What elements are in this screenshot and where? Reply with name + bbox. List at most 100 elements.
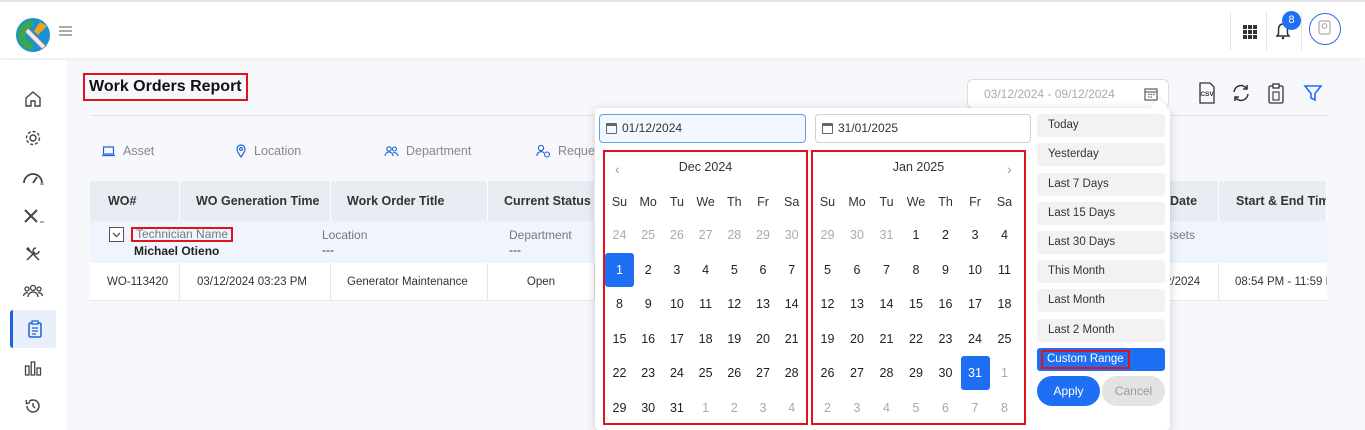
calendar-day[interactable]: 13	[749, 287, 778, 321]
calendar-day[interactable]: 30	[777, 218, 806, 252]
calendar-day[interactable]: 6	[843, 253, 872, 287]
calendar-day[interactable]: 2	[931, 218, 960, 252]
calendar-day[interactable]: 12	[813, 287, 842, 321]
calendar-day[interactable]: 29	[813, 218, 842, 252]
cancel-button[interactable]: Cancel	[1102, 376, 1165, 406]
calendar-day[interactable]: 14	[872, 287, 901, 321]
refresh-button[interactable]	[1229, 80, 1253, 106]
calendar-day[interactable]: 21	[777, 322, 806, 356]
next-month-icon[interactable]: ›	[1007, 161, 1012, 177]
calendar-day[interactable]: 2	[634, 253, 663, 287]
calendar-day[interactable]: 24	[662, 356, 691, 390]
calendar-day[interactable]: 20	[843, 322, 872, 356]
calendar-day[interactable]: 4	[872, 391, 901, 425]
calendar-day[interactable]: 25	[990, 322, 1019, 356]
range-last-15-days[interactable]: Last 15 Days	[1037, 202, 1165, 225]
calendar-day[interactable]: 1	[691, 391, 720, 425]
calendar-day[interactable]: 26	[720, 356, 749, 390]
calendar-day[interactable]: 5	[813, 253, 842, 287]
calendar-day[interactable]: 10	[662, 287, 691, 321]
calendar-day[interactable]: 14	[777, 287, 806, 321]
calendar-day[interactable]: 12	[720, 287, 749, 321]
app-logo[interactable]	[14, 16, 52, 54]
calendar-day[interactable]: 7	[777, 253, 806, 287]
calendar-day[interactable]: 8	[902, 253, 931, 287]
calendar-day[interactable]: 19	[813, 322, 842, 356]
column-header-generation-time[interactable]: WO Generation Time	[180, 181, 331, 221]
filter-requester[interactable]: Reque	[536, 143, 595, 159]
calendar-day[interactable]: 24	[961, 322, 990, 356]
calendar-day[interactable]: 11	[990, 253, 1019, 287]
calendar-day[interactable]: 31	[662, 391, 691, 425]
calendar-day[interactable]: 30	[931, 356, 960, 390]
calendar-day[interactable]: 17	[961, 287, 990, 321]
calendar-day[interactable]: 16	[931, 287, 960, 321]
range-this-month[interactable]: This Month	[1037, 260, 1165, 283]
calendar-day[interactable]: 8	[990, 391, 1019, 425]
calendar-day[interactable]: 3	[961, 218, 990, 252]
apps-grid-icon[interactable]	[1243, 25, 1257, 39]
range-last-month[interactable]: Last Month	[1037, 289, 1165, 312]
calendar-day[interactable]: 5	[720, 253, 749, 287]
calendar-day[interactable]: 26	[662, 218, 691, 252]
column-header-wo[interactable]: WO#	[90, 181, 180, 221]
calendar-day[interactable]: 23	[931, 322, 960, 356]
calendar-day[interactable]: 4	[990, 218, 1019, 252]
range-custom[interactable]: Custom Range	[1037, 348, 1165, 371]
calendar-day[interactable]: 30	[634, 391, 663, 425]
calendar-day[interactable]: 9	[931, 253, 960, 287]
calendar-day[interactable]: 18	[990, 287, 1019, 321]
sidebar-item-home[interactable]	[18, 84, 48, 114]
calendar-day[interactable]: 23	[634, 356, 663, 390]
sidebar-item-work-orders[interactable]	[18, 239, 48, 269]
calendar-day[interactable]: 29	[749, 218, 778, 252]
calendar-day[interactable]: 1	[902, 218, 931, 252]
calendar-day[interactable]: 3	[843, 391, 872, 425]
collapse-toggle-icon[interactable]	[109, 227, 124, 242]
column-header-status[interactable]: Current Status	[488, 181, 595, 221]
end-date-input[interactable]: 31/01/2025	[815, 114, 1031, 143]
calendar-day[interactable]: 21	[872, 322, 901, 356]
column-header-date[interactable]: Date	[1170, 181, 1219, 221]
calendar-day[interactable]: 22	[902, 322, 931, 356]
calendar-day[interactable]: 3	[662, 253, 691, 287]
calendar-day[interactable]: 17	[662, 322, 691, 356]
calendar-day[interactable]: 6	[931, 391, 960, 425]
calendar-day[interactable]: 13	[843, 287, 872, 321]
calendar-day[interactable]: 5	[902, 391, 931, 425]
calendar-day[interactable]: 27	[691, 218, 720, 252]
calendar-day[interactable]: 4	[691, 253, 720, 287]
calendar-day[interactable]: 11	[691, 287, 720, 321]
calendar-day[interactable]: 10	[961, 253, 990, 287]
sidebar-item-settings[interactable]	[18, 123, 48, 153]
sidebar-item-analytics[interactable]	[18, 353, 48, 383]
calendar-day[interactable]: 6	[749, 253, 778, 287]
calendar-day[interactable]: 2	[720, 391, 749, 425]
calendar-day[interactable]: 28	[872, 356, 901, 390]
filter-location[interactable]: Location	[235, 143, 301, 159]
calendar-day[interactable]: 8	[605, 287, 634, 321]
calendar-day[interactable]: 29	[605, 391, 634, 425]
copy-report-button[interactable]	[1264, 80, 1288, 106]
calendar-day[interactable]: 9	[634, 287, 663, 321]
cell-wo-number[interactable]: WO-113420	[90, 263, 180, 301]
calendar-day[interactable]: 30	[843, 218, 872, 252]
sidebar-item-reports[interactable]	[10, 310, 56, 348]
start-date-input[interactable]: 01/12/2024	[599, 114, 806, 143]
calendar-day[interactable]: 7	[872, 253, 901, 287]
calendar-day[interactable]: 27	[843, 356, 872, 390]
calendar-day[interactable]: 31	[960, 356, 990, 390]
apply-button[interactable]: Apply	[1037, 376, 1100, 406]
column-header-start-end-time[interactable]: Start & End Time	[1219, 181, 1327, 221]
calendar-day[interactable]: 29	[902, 356, 931, 390]
calendar-day[interactable]: 15	[605, 322, 634, 356]
calendar-day[interactable]: 27	[749, 356, 778, 390]
calendar-day[interactable]: 31	[872, 218, 901, 252]
range-last-30-days[interactable]: Last 30 Days	[1037, 231, 1165, 254]
date-range-input[interactable]: 03/12/2024 - 09/12/2024	[967, 79, 1169, 109]
filter-asset[interactable]: Asset	[101, 143, 154, 159]
sidebar-item-teams[interactable]	[18, 276, 48, 306]
sidebar-item-history[interactable]	[18, 391, 48, 421]
filter-button[interactable]	[1301, 80, 1325, 106]
range-yesterday[interactable]: Yesterday	[1037, 143, 1165, 166]
